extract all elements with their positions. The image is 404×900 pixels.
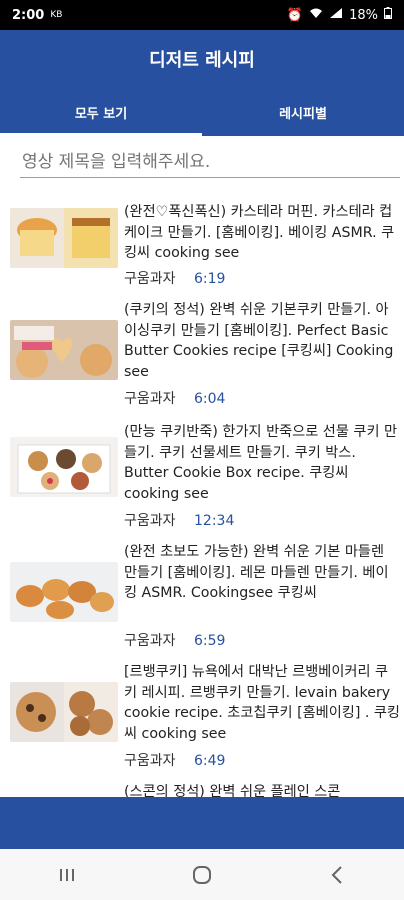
video-thumbnail: [10, 682, 118, 742]
tab-all[interactable]: 모두 보기: [0, 88, 202, 136]
battery-text: 18%: [349, 7, 378, 23]
home-button[interactable]: [178, 855, 226, 895]
video-channel: 구움과자: [124, 391, 176, 407]
video-duration: 6:59: [194, 633, 226, 649]
video-title: (스콘의 정석) 완벽 쉬운 플레인 스콘: [124, 784, 341, 797]
video-duration: 6:49: [194, 753, 226, 769]
status-bar: 2:00 KB ⏰ 18%: [0, 0, 404, 30]
video-title: [르뱅쿠키] 뉴욕에서 대박난 르뱅베이커리 쿠키 레시피. 르뱅쿠키 만들기.…: [124, 664, 400, 742]
wifi-icon: [309, 7, 323, 23]
signal-icon: [329, 7, 343, 23]
video-duration: 12:34: [194, 513, 235, 529]
video-thumbnail: [10, 562, 118, 622]
video-meta: 구움과자 6:04: [124, 388, 225, 408]
tab-by-recipe[interactable]: 레시피별: [202, 88, 404, 136]
tab-by-recipe-label: 레시피별: [279, 106, 327, 122]
system-nav-bar: [0, 849, 404, 900]
bottom-banner: [0, 797, 404, 849]
recent-apps-button[interactable]: [43, 855, 91, 895]
video-channel: 구움과자: [124, 753, 176, 769]
data-speed-icon: KB: [50, 10, 63, 20]
video-thumbnail: [10, 437, 118, 497]
alarm-icon: ⏰: [286, 7, 304, 23]
video-title: (완전♡폭신폭신) 카스테라 머핀. 카스테라 컵케이크 만들기. [홈베이킹]…: [124, 204, 395, 261]
search-input[interactable]: [20, 146, 400, 178]
back-icon: [331, 865, 342, 884]
video-title: (만능 쿠키반죽) 한가지 반죽으로 선물 쿠키 만들기. 쿠키 선물세트 만들…: [124, 424, 398, 502]
video-channel: 구움과자: [124, 513, 176, 529]
video-meta: 구움과자 6:19: [124, 268, 225, 288]
tab-bar: 모두 보기 레시피별: [0, 88, 404, 136]
video-thumbnail: [10, 208, 118, 268]
video-channel: 구움과자: [124, 271, 176, 287]
video-channel: 구움과자: [124, 633, 176, 649]
battery-icon: [384, 7, 392, 23]
app-bar: 디저트 레시피: [0, 30, 404, 88]
video-title: (완전 초보도 가능한) 완벽 쉬운 기본 마들렌 만들기 [홈베이킹]. 레몬…: [124, 544, 389, 601]
video-thumbnail: [10, 320, 118, 380]
tab-all-label: 모두 보기: [74, 106, 128, 122]
video-duration: 6:04: [194, 391, 226, 407]
video-duration: 6:19: [194, 271, 226, 287]
video-meta: 구움과자 6:49: [124, 750, 225, 770]
back-button[interactable]: [313, 855, 361, 895]
app-title: 디저트 레시피: [149, 50, 255, 71]
recent-apps-icon: [60, 868, 75, 881]
home-icon: [192, 865, 211, 884]
video-title: (쿠키의 정석) 완벽 쉬운 기본쿠키 만들기. 아이싱쿠키 만들기 [홈베이킹…: [124, 302, 394, 380]
status-time: 2:00: [12, 7, 45, 23]
video-list[interactable]: (완전♡폭신폭신) 카스테라 머핀. 카스테라 컵케이크 만들기. [홈베이킹]…: [0, 190, 404, 797]
video-meta: 구움과자 12:34: [124, 510, 234, 530]
video-meta: 구움과자 6:59: [124, 630, 225, 650]
